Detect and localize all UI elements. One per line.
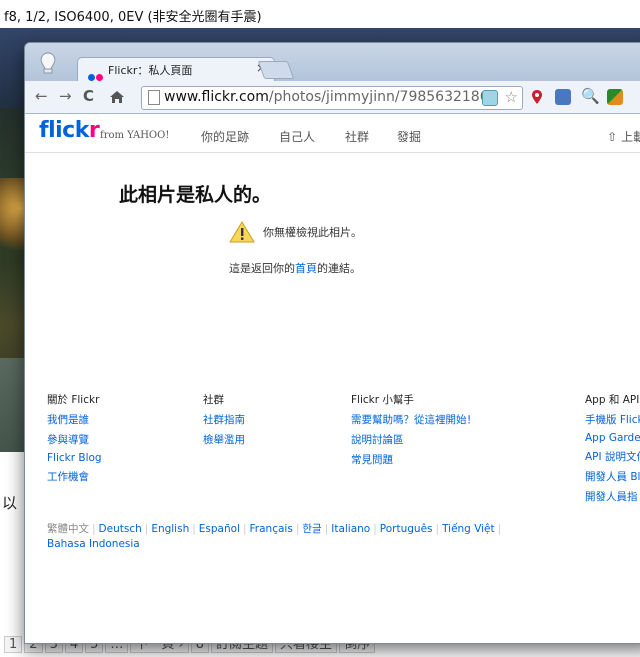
nav-contacts[interactable]: 自己人 (279, 128, 315, 145)
footer-link[interactable]: 手機版 Flick (585, 412, 640, 427)
nav-explore[interactable]: 發掘 (397, 128, 421, 145)
language-link[interactable]: 한글 (302, 523, 321, 535)
yahoo-logo[interactable]: from YAHOO! (100, 130, 169, 141)
nav-your-stream[interactable]: 你的足跡 (201, 128, 249, 145)
footer-link[interactable]: 常見問題 (351, 452, 477, 467)
footer-col-community: 社群 社群指南 檢舉濫用 (203, 392, 245, 452)
home-icon[interactable] (109, 90, 125, 104)
language-current: 繁體中文 (47, 523, 89, 535)
translate-icon[interactable] (555, 89, 571, 105)
footer-col-about: 關於 Flickr 我們是誰 參與導覽 Flickr Blog 工作機會 (47, 392, 102, 489)
language-link[interactable]: Deutsch (99, 523, 142, 535)
warning-icon (229, 221, 255, 243)
footer-link[interactable]: 檢舉濫用 (203, 432, 245, 447)
footer-heading: 社群 (203, 394, 224, 406)
address-bar[interactable]: www.flickr.com/photos/jimmyjinn/79856321… (141, 86, 523, 110)
browser-window: Flickr：私人頁面 × ← → C www.flickr.com/photo… (24, 42, 640, 644)
language-link[interactable]: Italiano (331, 523, 370, 535)
new-tab-button[interactable] (257, 61, 295, 79)
flickr-page: flickr from YAHOO! 你的足跡 自己人 社群 發掘 ⇧ 上載 此… (25, 114, 640, 643)
language-link[interactable]: Español (199, 523, 240, 535)
home-link[interactable]: 首頁 (295, 262, 317, 275)
browser-toolbar: ← → C www.flickr.com/photos/jimmyjinn/79… (25, 81, 640, 114)
bookmark-star-icon[interactable]: ☆ (505, 88, 518, 106)
footer-heading: Flickr 小幫手 (351, 394, 414, 406)
footer-link[interactable]: 社群指南 (203, 412, 245, 427)
language-link[interactable]: Bahasa Indonesia (47, 538, 140, 550)
footer-link[interactable]: Flickr Blog (47, 452, 102, 464)
page-icon (148, 90, 160, 105)
back-icon[interactable]: ← (35, 87, 48, 105)
forward-icon[interactable]: → (59, 87, 72, 105)
footer-link[interactable]: API 說明文件 (585, 449, 640, 464)
reload-icon[interactable]: C (83, 87, 94, 105)
upload-button[interactable]: ⇧ 上載 (607, 128, 640, 145)
footer-heading: 關於 Flickr (47, 394, 100, 406)
footer-col-help: Flickr 小幫手 需要幫助嗎？從這裡開始！ 說明討論區 常見問題 (351, 392, 477, 472)
language-link[interactable]: Français (250, 523, 293, 535)
extension-icon[interactable] (482, 90, 498, 106)
url-text: www.flickr.com/photos/jimmyjinn/79856321… (164, 89, 494, 105)
language-link[interactable]: Tiếng Việt (442, 523, 495, 535)
flickr-header: flickr from YAHOO! 你的足跡 自己人 社群 發掘 ⇧ 上載 (25, 114, 640, 153)
browser-tab[interactable]: Flickr：私人頁面 × (77, 57, 275, 82)
nav-groups[interactable]: 社群 (345, 128, 369, 145)
map-pin-icon[interactable] (531, 89, 543, 105)
tab-title: Flickr：私人頁面 (108, 64, 193, 77)
zoom-icon[interactable]: 🔍 (581, 87, 600, 105)
footer-link[interactable]: 說明討論區 (351, 432, 477, 447)
footer-heading: App 和 API (585, 394, 640, 406)
profile-icon[interactable] (37, 51, 59, 77)
no-permission-message: 你無權檢視此相片。 (263, 226, 362, 239)
footer-link[interactable]: 我們是誰 (47, 412, 102, 427)
language-link[interactable]: English (151, 523, 189, 535)
back-home-line: 這是返回你的首頁的連結。 (229, 262, 361, 275)
footer-link[interactable]: 參與導覽 (47, 432, 102, 447)
language-link[interactable]: Português (380, 523, 433, 535)
footer-link[interactable]: 工作機會 (47, 469, 102, 484)
footer-link[interactable]: 需要幫助嗎？從這裡開始！ (351, 412, 477, 427)
pager-item[interactable]: 1 (4, 636, 23, 653)
footer-link[interactable]: 開發人員 Bl (585, 469, 640, 484)
language-selector: 繁體中文 | Deutsch | English | Español | Français | 한글… (47, 523, 502, 550)
flickr-logo[interactable]: flickr (39, 118, 100, 143)
calendar-icon[interactable] (607, 89, 623, 105)
tab-strip: Flickr：私人頁面 × (25, 43, 640, 82)
footer-col-apps: App 和 API 手機版 Flick App Garden API 說明文件 … (585, 392, 640, 509)
footer-link[interactable]: App Garden (585, 432, 640, 444)
page-title: 此相片是私人的。 (119, 184, 272, 206)
article-text-fragment: 以 (2, 494, 18, 512)
footer-link[interactable]: 開發人員指 (585, 489, 640, 504)
photo-caption: f8, 1/2, ISO6400, 0EV (非安全光圈有手震) (4, 10, 262, 25)
